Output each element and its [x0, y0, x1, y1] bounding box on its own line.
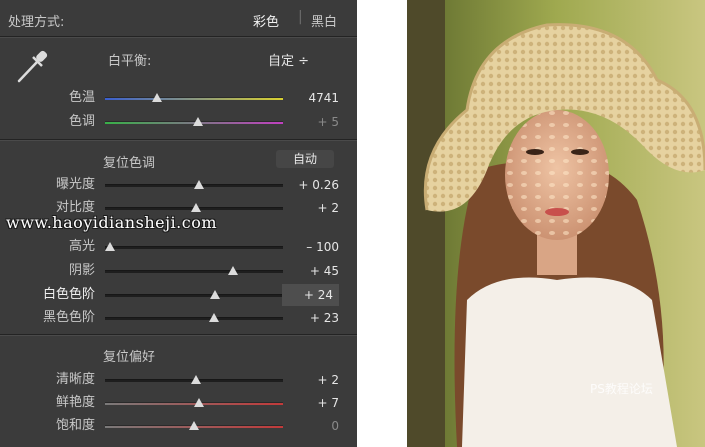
temp-value[interactable]: 4741 — [308, 87, 339, 109]
blacks-slider-thumb[interactable] — [208, 313, 219, 322]
highlights-value[interactable]: – 100 — [306, 236, 339, 258]
exposure-label: 曝光度 — [55, 177, 95, 192]
tint-slider[interactable] — [105, 117, 283, 126]
vibrance-slider[interactable] — [105, 398, 283, 407]
temp-row: 色温 4741 — [0, 87, 357, 109]
clarity-value[interactable]: + 2 — [317, 369, 339, 391]
temp-slider[interactable] — [105, 93, 283, 102]
divider — [0, 335, 357, 336]
website-watermark: www.haoyidiansheji.com — [6, 213, 218, 232]
saturation-row: 饱和度 0 — [0, 415, 357, 437]
white-balance-select[interactable]: 自定 ÷ — [268, 50, 309, 69]
vibrance-value[interactable]: + 7 — [317, 392, 339, 414]
blacks-label: 黑色色阶 — [42, 310, 95, 325]
reset-tone-button[interactable]: 复位色调 — [103, 152, 155, 171]
vibrance-row: 鲜艳度 + 7 — [0, 392, 357, 414]
tint-value[interactable]: + 5 — [317, 111, 339, 133]
shadows-slider[interactable] — [105, 266, 283, 275]
exposure-value[interactable]: + 0.26 — [298, 174, 339, 196]
tint-slider-thumb[interactable] — [192, 117, 203, 126]
shadows-slider-thumb[interactable] — [228, 266, 239, 275]
saturation-label: 饱和度 — [55, 418, 95, 433]
highlights-slider[interactable] — [105, 242, 283, 251]
exposure-row: 曝光度 + 0.26 — [0, 174, 357, 196]
clarity-row: 清晰度 + 2 — [0, 369, 357, 391]
shadows-label: 阴影 — [68, 263, 95, 278]
reset-presence-button[interactable]: 复位偏好 — [103, 346, 155, 365]
saturation-value[interactable]: 0 — [331, 415, 339, 437]
treatment-separator: | — [298, 9, 303, 25]
whites-slider-thumb[interactable] — [210, 290, 221, 299]
saturation-slider-thumb[interactable] — [189, 421, 199, 430]
photo-watermark: PS教程论坛 — [590, 382, 653, 396]
blacks-slider[interactable] — [105, 313, 283, 322]
contrast-value[interactable]: + 2 — [317, 197, 339, 219]
saturation-slider[interactable] — [105, 421, 283, 430]
whites-row: 白色色阶 + 24 — [0, 284, 357, 306]
eyedropper-icon[interactable] — [12, 46, 52, 86]
tint-label: 色调 — [68, 114, 95, 129]
blacks-value[interactable]: + 23 — [310, 307, 339, 329]
divider — [0, 140, 357, 141]
treatment-bw-option[interactable]: 黑白 — [311, 11, 337, 30]
temp-label: 色温 — [68, 90, 95, 105]
clarity-label: 清晰度 — [55, 372, 95, 387]
whites-label: 白色色阶 — [42, 287, 95, 302]
clarity-slider-thumb[interactable] — [190, 375, 201, 384]
tint-row: 色调 + 5 — [0, 111, 357, 133]
preview-photo — [407, 0, 705, 447]
highlights-label: 高光 — [68, 239, 95, 254]
whites-value[interactable]: + 24 — [281, 284, 339, 306]
exposure-slider-thumb[interactable] — [194, 180, 205, 189]
contrast-slider-thumb[interactable] — [190, 203, 201, 212]
highlights-slider-thumb[interactable] — [105, 242, 116, 251]
temp-slider-thumb[interactable] — [151, 93, 162, 102]
white-balance-label: 白平衡: — [108, 54, 152, 69]
vibrance-slider-thumb[interactable] — [194, 398, 205, 407]
treatment-color-option[interactable]: 彩色 — [253, 11, 279, 30]
shadows-value[interactable]: + 45 — [310, 260, 339, 282]
exposure-slider[interactable] — [105, 180, 283, 189]
contrast-slider[interactable] — [105, 203, 283, 212]
auto-tone-button[interactable]: 自动 — [276, 150, 334, 168]
blacks-row: 黑色色阶 + 23 — [0, 307, 357, 329]
vibrance-label: 鲜艳度 — [55, 395, 95, 410]
whites-slider[interactable] — [105, 290, 283, 299]
treatment-label: 处理方式: — [8, 15, 65, 30]
clarity-slider[interactable] — [105, 375, 283, 384]
shadows-row: 阴影 + 45 — [0, 260, 357, 282]
divider — [0, 37, 357, 38]
highlights-row: 高光 – 100 — [0, 236, 357, 258]
